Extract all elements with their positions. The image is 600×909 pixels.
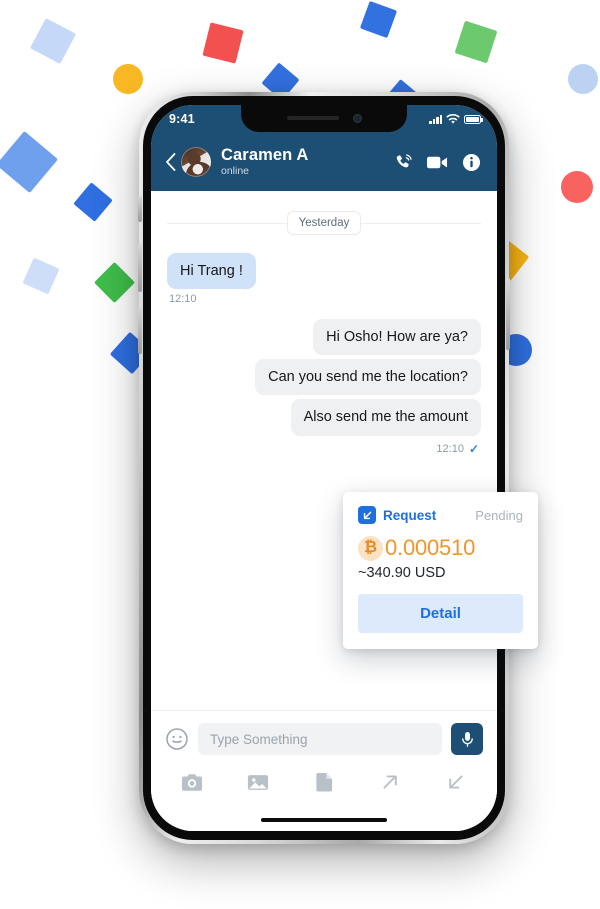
camera-icon[interactable] xyxy=(175,769,209,795)
message-composer xyxy=(151,710,497,809)
confetti-square-blue-5 xyxy=(73,182,113,222)
confetti-square-lightblue-1 xyxy=(30,18,76,64)
message-meta: 12:10 ✓ xyxy=(169,442,479,456)
message-input[interactable] xyxy=(198,723,442,755)
confetti-circle-yellow-1 xyxy=(113,64,143,94)
message-row: Hi Trang ! xyxy=(167,253,481,290)
contact-avatar[interactable] xyxy=(181,147,211,177)
poster-canvas: 9:41 Caramen A online Yesterday Hi Trang… xyxy=(0,0,600,909)
day-separator: Yesterday xyxy=(167,211,481,235)
payment-request-card[interactable]: Request Pending ₿ 0.000510 ~340.90 USD D… xyxy=(343,492,538,649)
phone-bezel: 9:41 Caramen A online Yesterday Hi Trang… xyxy=(143,96,505,840)
messages-container: Hi Trang ! 12:10 Hi Osho! How are ya? Can y… xyxy=(167,253,481,456)
top-bar: 9:41 Caramen A online xyxy=(151,105,497,191)
message-meta: 12:10 xyxy=(169,293,479,305)
confetti-circle-red-2 xyxy=(561,171,593,203)
composer-input-row xyxy=(165,723,483,755)
message-timestamp: 12:10 xyxy=(169,293,197,306)
confetti-circle-lightblue-1 xyxy=(568,64,598,94)
photo-gallery-icon[interactable] xyxy=(241,769,275,795)
phone-notch xyxy=(241,105,407,132)
silent-switch[interactable] xyxy=(138,196,142,222)
confetti-square-green-2 xyxy=(93,261,136,304)
chat-header: Caramen A online xyxy=(151,133,497,191)
message-bubble[interactable]: Hi Trang ! xyxy=(167,253,256,290)
volume-up-button[interactable] xyxy=(138,244,142,292)
request-status-badge: Pending xyxy=(475,507,523,523)
contact-info[interactable]: Caramen A online xyxy=(221,146,394,178)
contact-presence: online xyxy=(221,165,250,178)
bitcoin-icon: ₿ xyxy=(358,535,383,561)
request-card-title-group: Request xyxy=(358,506,436,524)
phone-screen: 9:41 Caramen A online Yesterday Hi Trang… xyxy=(151,105,497,831)
send-arrow-icon[interactable] xyxy=(373,769,407,795)
confetti-square-red-1 xyxy=(202,22,244,64)
header-actions xyxy=(394,153,481,172)
confetti-square-blue-1 xyxy=(359,0,398,39)
fiat-amount-value: ~340.90 USD xyxy=(358,565,446,581)
voice-call-icon[interactable] xyxy=(394,153,413,172)
back-chevron-icon[interactable] xyxy=(161,153,179,171)
power-button[interactable] xyxy=(506,278,510,350)
info-icon[interactable] xyxy=(462,153,481,172)
status-indicators xyxy=(429,113,483,125)
wifi-icon xyxy=(446,113,460,124)
receive-arrow-icon[interactable] xyxy=(439,769,473,795)
attachment-toolbar xyxy=(165,755,483,805)
message-timestamp: 12:10 xyxy=(436,442,464,455)
crypto-amount-value: 0.000510 xyxy=(385,535,476,560)
detail-button[interactable]: Detail xyxy=(358,594,523,633)
message-row: Also send me the amount xyxy=(167,399,481,436)
message-bubble[interactable]: Can you send me the location? xyxy=(255,359,481,396)
read-check-icon: ✓ xyxy=(468,441,479,456)
home-indicator-area xyxy=(151,809,497,831)
earpiece-speaker xyxy=(286,116,339,120)
document-icon[interactable] xyxy=(307,769,341,795)
status-clock: 9:41 xyxy=(169,112,195,126)
confetti-square-green-1 xyxy=(454,20,498,64)
volume-down-button[interactable] xyxy=(138,306,142,354)
request-card-header: Request Pending xyxy=(358,506,523,524)
phone-mockup: 9:41 Caramen A online Yesterday Hi Trang… xyxy=(138,92,510,844)
message-row: Can you send me the location? xyxy=(167,359,481,396)
message-bubble[interactable]: Also send me the amount xyxy=(290,399,481,436)
contact-name: Caramen A xyxy=(221,145,309,164)
request-arrow-icon xyxy=(358,506,376,524)
smiley-face-icon[interactable] xyxy=(165,727,189,751)
day-separator-label: Yesterday xyxy=(286,211,362,235)
request-card-label: Request xyxy=(383,507,437,523)
front-camera-icon xyxy=(352,113,362,123)
crypto-amount-row: ₿ 0.000510 xyxy=(358,535,523,561)
home-indicator-bar[interactable] xyxy=(261,818,387,822)
microphone-icon[interactable] xyxy=(451,723,483,755)
confetti-square-blue-4 xyxy=(0,131,58,193)
confetti-square-lightblue-2 xyxy=(22,257,60,295)
battery-full-icon xyxy=(464,114,483,124)
message-row: Hi Osho! How are ya? xyxy=(167,319,481,356)
video-call-icon[interactable] xyxy=(427,155,448,170)
message-bubble[interactable]: Hi Osho! How are ya? xyxy=(313,319,481,356)
signal-bars-icon xyxy=(429,114,442,124)
